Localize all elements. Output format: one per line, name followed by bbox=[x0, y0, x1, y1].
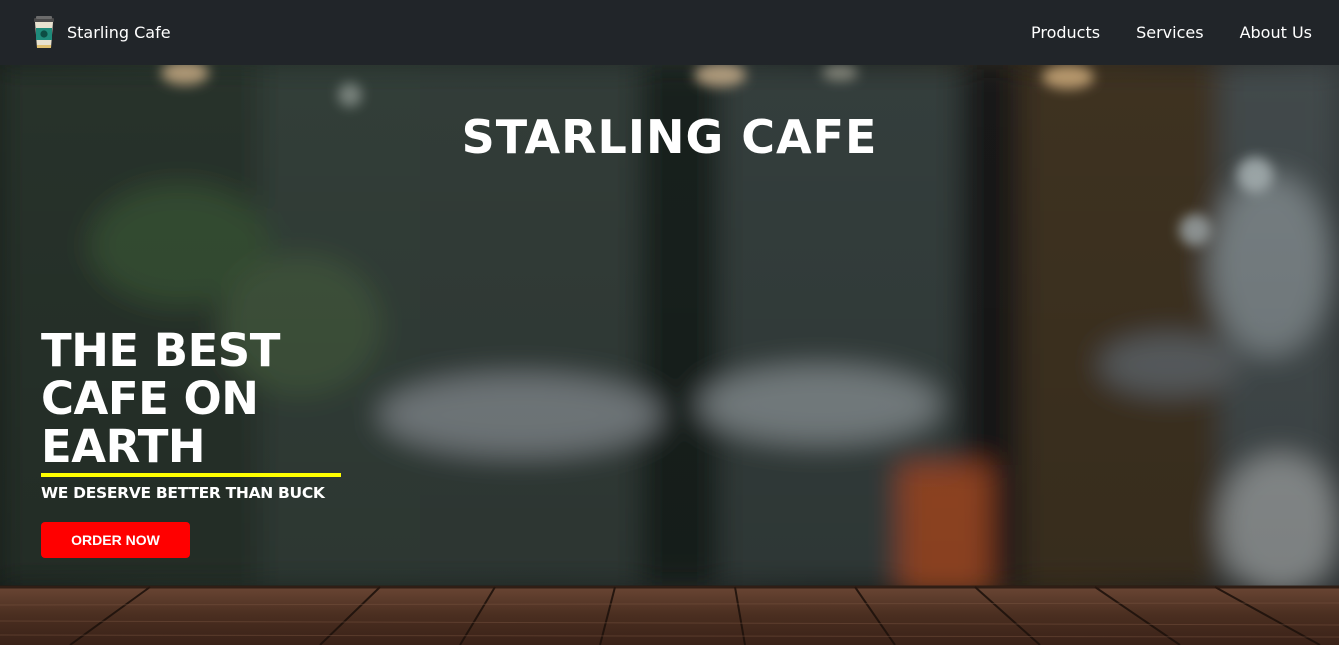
tagline-line: CAFE ON bbox=[41, 372, 259, 425]
nav-link-services[interactable]: Services bbox=[1136, 23, 1203, 42]
tagline-underline bbox=[41, 473, 341, 477]
tagline-block: THE BEST CAFE ON EARTH WE DESERVE BETTER… bbox=[41, 327, 341, 502]
brand-name: Starling Cafe bbox=[67, 23, 171, 42]
tagline-line: EARTH bbox=[41, 420, 206, 473]
order-now-button[interactable]: ORDER NOW bbox=[41, 522, 190, 558]
subtagline: WE DESERVE BETTER THAN BUCK bbox=[41, 484, 325, 502]
hero-title: STARLING CAFE bbox=[461, 110, 878, 164]
tagline-line: THE BEST bbox=[41, 324, 280, 377]
nav-links: Products Services About Us bbox=[995, 23, 1312, 42]
navbar: Starling Cafe Products Services About Us bbox=[0, 0, 1339, 65]
nav-link-about-us[interactable]: About Us bbox=[1240, 23, 1312, 42]
hero-section: STARLING CAFE THE BEST CAFE ON EARTH WE … bbox=[0, 65, 1339, 645]
tagline-heading: THE BEST CAFE ON EARTH bbox=[41, 327, 341, 471]
brand-link[interactable]: Starling Cafe bbox=[33, 15, 171, 50]
coffee-cup-icon bbox=[34, 15, 54, 48]
nav-link-products[interactable]: Products bbox=[1031, 23, 1100, 42]
